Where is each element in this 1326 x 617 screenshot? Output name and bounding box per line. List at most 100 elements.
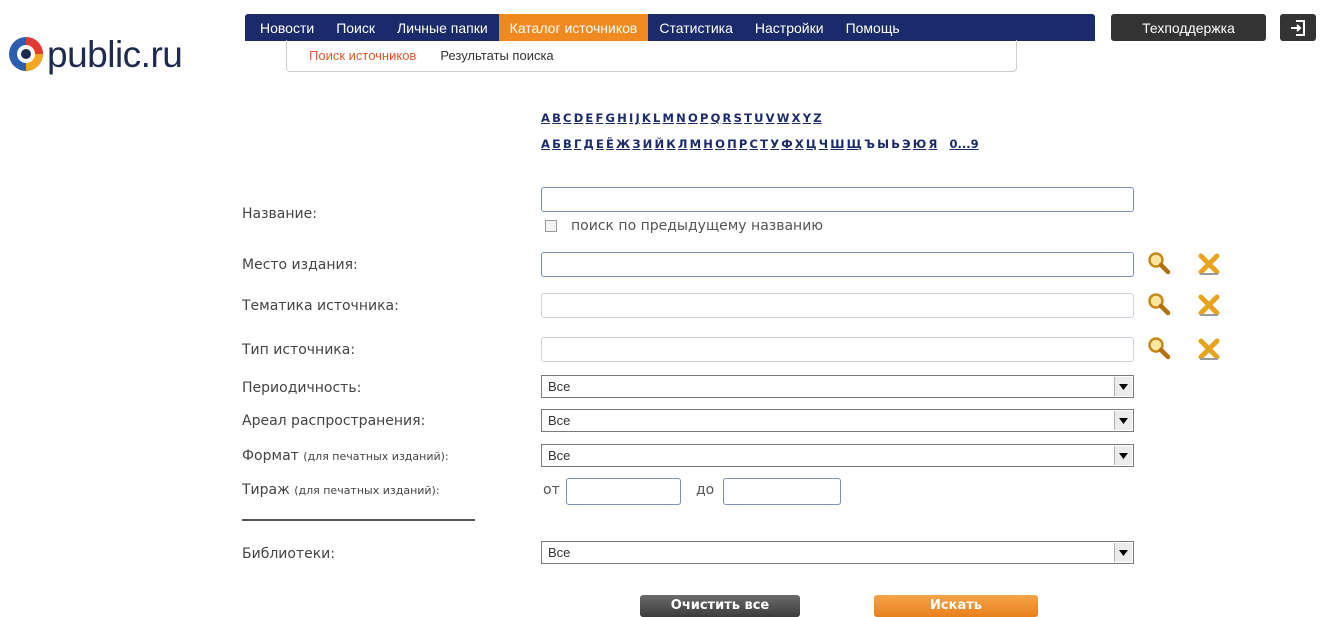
name-input[interactable] — [541, 187, 1134, 212]
name-label: Название: — [242, 206, 317, 222]
letter-link[interactable]: Ю — [913, 137, 927, 151]
place-search-icon[interactable] — [1146, 250, 1172, 276]
letter-link[interactable]: П — [727, 137, 737, 151]
theme-input[interactable] — [541, 293, 1134, 318]
type-clear-icon[interactable] — [1196, 336, 1222, 362]
letter-link[interactable]: O — [688, 111, 698, 125]
place-input[interactable] — [541, 252, 1134, 277]
letter-link[interactable]: I — [629, 111, 633, 125]
theme-label: Тематика источника: — [242, 298, 399, 314]
letter-link[interactable]: Y — [803, 111, 811, 125]
letter-link[interactable]: E — [585, 111, 593, 125]
nav-statistics[interactable]: Статистика — [648, 14, 744, 41]
letter-link[interactable]: О — [715, 137, 725, 151]
letter-link[interactable]: Ч — [819, 137, 828, 151]
nav-settings[interactable]: Настройки — [744, 14, 835, 41]
letter-link[interactable]: Z — [813, 111, 821, 125]
libraries-value: Все — [548, 545, 571, 560]
libraries-select[interactable]: Все — [541, 541, 1134, 564]
subnav-source-search[interactable]: Поиск источников — [309, 48, 416, 63]
letter-link[interactable]: K — [642, 111, 651, 125]
nav-search[interactable]: Поиск — [325, 14, 386, 41]
circulation-from-input[interactable] — [566, 478, 681, 505]
letter-link[interactable]: J — [635, 111, 639, 125]
letter-link[interactable]: Б — [552, 137, 561, 151]
letter-link[interactable]: Щ — [847, 137, 862, 151]
letter-link[interactable]: Д — [584, 137, 594, 151]
letter-link[interactable]: U — [754, 111, 763, 125]
nav-source-catalog[interactable]: Каталог источников — [498, 14, 649, 41]
numbers-link[interactable]: 0...9 — [950, 137, 979, 151]
letter-link[interactable]: Й — [654, 137, 664, 151]
periodicity-select[interactable]: Все — [541, 375, 1134, 398]
theme-search-icon[interactable] — [1146, 291, 1172, 317]
letter-link[interactable]: Ж — [616, 137, 630, 151]
circulation-label-text: Тираж — [242, 482, 290, 498]
letter-link[interactable]: M — [663, 111, 674, 125]
letter-link[interactable]: Q — [711, 111, 721, 125]
letter-link[interactable]: Т — [760, 137, 768, 151]
circulation-to-input[interactable] — [723, 478, 841, 505]
letter-link[interactable]: Л — [678, 137, 688, 151]
letter-link[interactable]: Ц — [806, 137, 817, 151]
letter-link[interactable]: P — [700, 111, 708, 125]
letter-link[interactable]: З — [632, 137, 640, 151]
nav-personal-folders[interactable]: Личные папки — [386, 14, 499, 41]
letter-link[interactable]: L — [653, 111, 660, 125]
letter-link[interactable]: Ш — [830, 137, 844, 151]
letter-link[interactable]: В — [563, 137, 572, 151]
letter-link[interactable]: N — [676, 111, 686, 125]
nav-help[interactable]: Помощь — [835, 14, 911, 41]
letter-link[interactable]: К — [666, 137, 675, 151]
format-label-note: (для печатных изданий): — [303, 450, 449, 463]
place-clear-icon[interactable] — [1196, 251, 1222, 277]
letter-link[interactable]: S — [734, 111, 742, 125]
letter-link[interactable]: F — [595, 111, 603, 125]
letter-link[interactable]: D — [574, 111, 584, 125]
letter-link[interactable]: V — [766, 111, 775, 125]
format-label-text: Формат — [242, 448, 299, 464]
letter-link: Ы — [877, 137, 890, 151]
area-select[interactable]: Все — [541, 409, 1134, 432]
letter-link[interactable]: G — [606, 111, 615, 125]
letter-link[interactable]: H — [617, 111, 627, 125]
letter-link[interactable]: Н — [703, 137, 713, 151]
chevron-down-icon[interactable] — [1114, 377, 1132, 396]
chevron-down-icon[interactable] — [1114, 446, 1132, 465]
letter-link[interactable]: Е — [596, 137, 604, 151]
support-button[interactable]: Техподдержка — [1111, 14, 1266, 41]
letter-link[interactable]: R — [723, 111, 732, 125]
letter-link[interactable]: И — [643, 137, 653, 151]
format-label: Формат (для печатных изданий): — [242, 448, 449, 464]
subnav-search-results[interactable]: Результаты поиска — [440, 48, 553, 63]
letter-link[interactable]: C — [563, 111, 571, 125]
prev-name-option[interactable]: поиск по предыдущему названию — [545, 218, 823, 234]
logout-button[interactable] — [1280, 14, 1316, 41]
letter-link[interactable]: У — [770, 137, 779, 151]
prev-name-checkbox[interactable] — [545, 220, 557, 232]
letter-link[interactable]: B — [552, 111, 561, 125]
letter-link[interactable]: Ё — [606, 137, 614, 151]
type-search-icon[interactable] — [1146, 335, 1172, 361]
letter-link[interactable]: A — [541, 111, 550, 125]
letter-link[interactable]: С — [750, 137, 758, 151]
letter-link[interactable]: А — [541, 137, 550, 151]
letter-link[interactable]: Я — [928, 137, 937, 151]
latin-alphabet-filter: ABCDEFGHIJKLMNOPQRSTUVWXYZ — [541, 111, 824, 125]
letter-link[interactable]: Х — [795, 137, 804, 151]
nav-news[interactable]: Новости — [249, 14, 325, 41]
format-select[interactable]: Все — [541, 444, 1134, 467]
letter-link[interactable]: М — [690, 137, 701, 151]
letter-link[interactable]: X — [792, 111, 801, 125]
letter-link[interactable]: W — [777, 111, 790, 125]
letter-link[interactable]: T — [744, 111, 752, 125]
theme-clear-icon[interactable] — [1196, 292, 1222, 318]
letter-link[interactable]: Э — [902, 137, 910, 151]
type-input[interactable] — [541, 337, 1134, 362]
chevron-down-icon[interactable] — [1114, 543, 1132, 562]
letter-link[interactable]: Ф — [781, 137, 792, 151]
letter-link[interactable]: Г — [574, 137, 581, 151]
chevron-down-icon[interactable] — [1114, 411, 1132, 430]
letter-link[interactable]: Р — [739, 137, 747, 151]
site-logo[interactable]: public.ru — [8, 34, 183, 74]
